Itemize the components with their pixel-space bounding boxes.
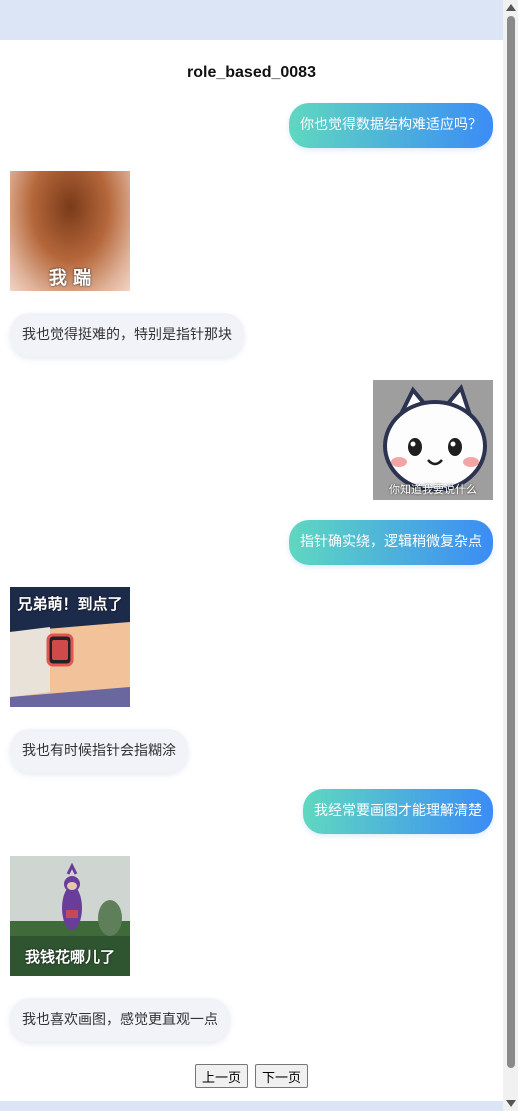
user-sticker: 你知道我要说什么 [373, 380, 493, 500]
bot-message-bubble: 我也喜欢画图，感觉更直观一点 [10, 998, 230, 1042]
bot-sticker: 兄弟萌！到点了 [10, 587, 130, 707]
scroll-down-arrow-icon[interactable] [506, 1100, 516, 1107]
bottom-band [0, 1101, 503, 1111]
bot-message-bubble: 我也有时候指针会指糊涂 [10, 729, 188, 773]
scroll-up-arrow-icon[interactable] [506, 4, 516, 11]
page-title: role_based_0083 [187, 64, 316, 81]
vertical-scrollbar[interactable] [503, 0, 518, 1111]
user-message-bubble: 我经常要画图才能理解清楚 [303, 789, 493, 834]
chat-page: role_based_0083 你也觉得数据结构难适应吗？ 我 踹 我也觉得挺难… [0, 40, 503, 1101]
bot-message-bubble: 我也觉得挺难的，特别是指针那块 [10, 313, 244, 357]
user-message-bubble: 你也觉得数据结构难适应吗？ [289, 103, 493, 148]
user-message-bubble: 指针确实绕，逻辑稍微复杂点 [289, 520, 493, 565]
scrollbar-thumb[interactable] [507, 16, 515, 1068]
next-page-button[interactable]: 下一页 [255, 1064, 309, 1088]
bot-sticker: 我 踹 [10, 171, 130, 291]
top-band [0, 0, 503, 40]
sticker-caption: 我 踹 [48, 268, 92, 289]
prev-page-button[interactable]: 上一页 [194, 1064, 248, 1088]
pagination: 上一页 下一页 [0, 1064, 503, 1088]
sticker-caption: 你知道我要说什么 [389, 483, 477, 496]
sticker-caption: 兄弟萌！到点了 [17, 595, 123, 613]
sticker-caption: 我钱花哪儿了 [24, 948, 115, 966]
bot-sticker: 我钱花哪儿了 [10, 856, 130, 976]
